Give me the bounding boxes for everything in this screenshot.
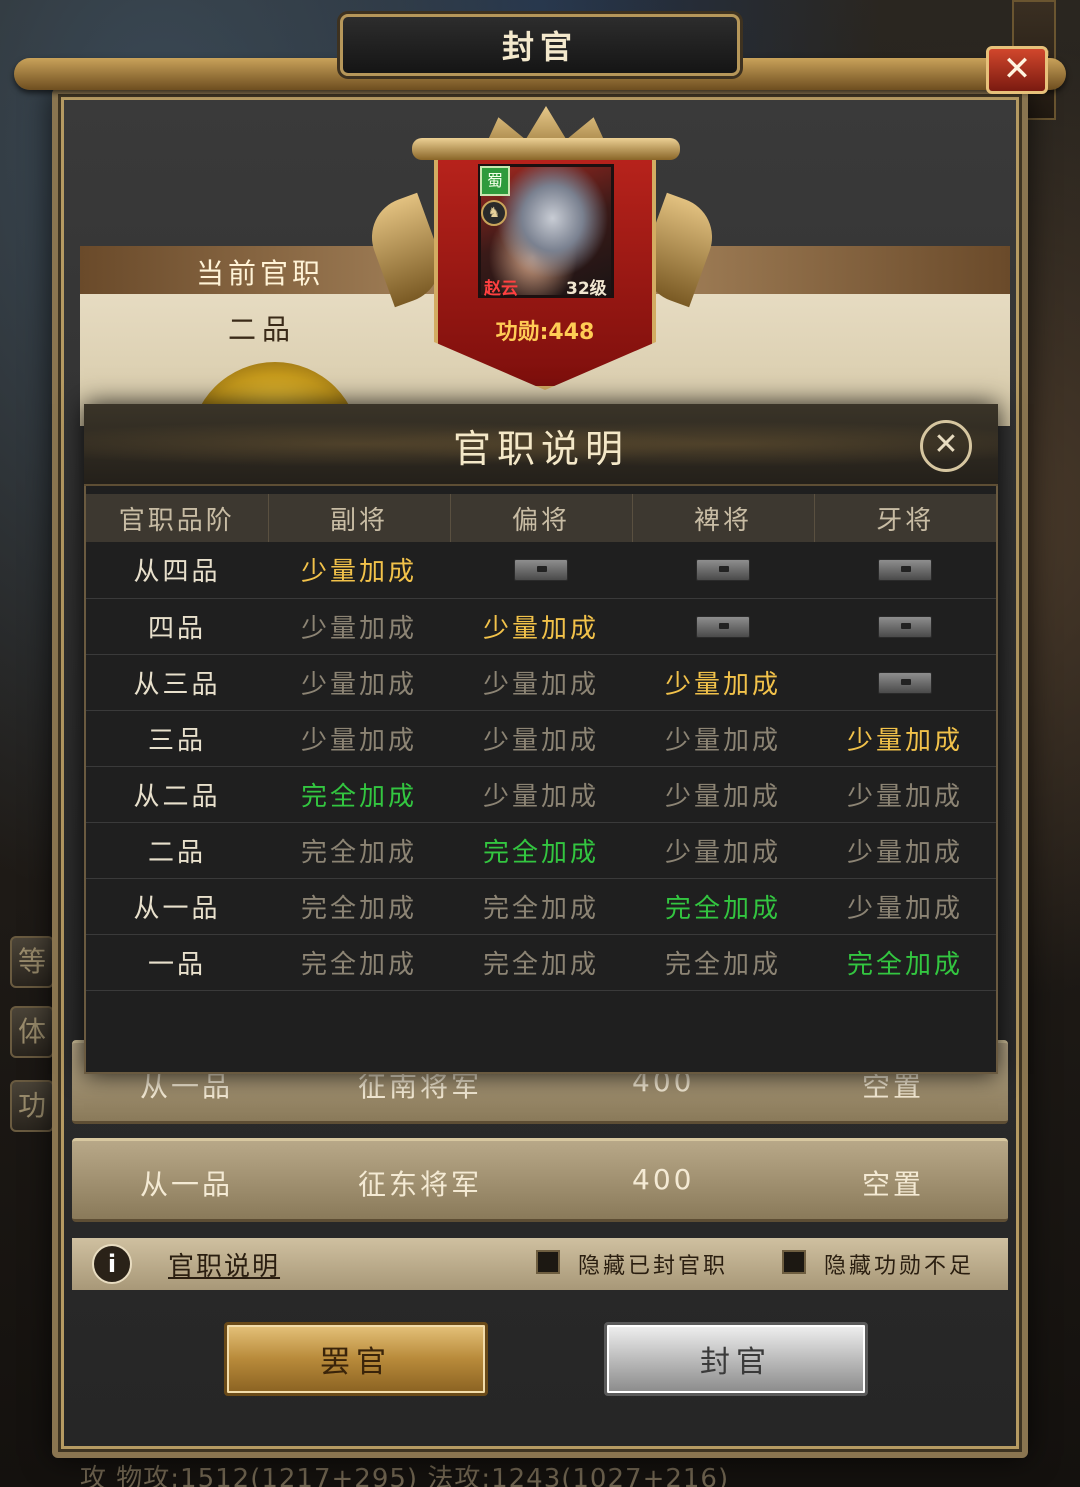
- position-title: 征东将军: [358, 1168, 483, 1201]
- table-row: 从四品 少量加成: [86, 542, 996, 599]
- popup-title: 官职说明: [452, 427, 629, 471]
- appoint-button[interactable]: 封官: [604, 1322, 868, 1396]
- lock-icon: [878, 671, 932, 694]
- position-row[interactable]: 从一品 征东将军 400 空置: [72, 1138, 1008, 1222]
- dismiss-button[interactable]: 罢官: [224, 1322, 488, 1396]
- column-header: 偏将: [449, 494, 632, 542]
- bonus-cell: 少量加成: [268, 598, 450, 655]
- close-dialog-button[interactable]: ✕: [986, 46, 1048, 94]
- bonus-cell: 少量加成: [268, 654, 450, 711]
- locked-cell: [814, 654, 996, 711]
- info-icon[interactable]: i: [92, 1244, 132, 1284]
- bonus-cell: 完全加成: [632, 934, 814, 991]
- rank-name-cell: 四品: [86, 598, 268, 655]
- lock-icon: [696, 615, 750, 638]
- rank-name-cell: 从四品: [86, 542, 268, 599]
- popup-close-icon[interactable]: ✕: [920, 420, 972, 472]
- bonus-cell: 少量加成: [450, 654, 632, 711]
- hide-insufficient-label: 隐藏功勋不足: [824, 1254, 975, 1279]
- rank-explanation-link[interactable]: 官职说明: [168, 1246, 280, 1283]
- table-row: 二品 完全加成 完全加成 少量加成 少量加成: [86, 822, 996, 879]
- column-header: 官职品阶: [86, 494, 268, 542]
- locked-cell: [632, 598, 814, 655]
- lock-icon: [514, 559, 568, 582]
- column-header: 裨将: [631, 494, 814, 542]
- background-stats-text: 攻 物攻:1512(1217+295) 法攻:1243(1027+216): [80, 1464, 730, 1487]
- table-row: 从一品 完全加成 完全加成 完全加成 少量加成: [86, 878, 996, 935]
- bonus-cell: 完全加成: [450, 934, 632, 991]
- current-rank-label: 当前官职: [196, 257, 325, 290]
- position-rank: 从一品: [140, 1168, 234, 1201]
- bonus-cell: 少量加成: [450, 598, 632, 655]
- bonus-cell: 完全加成: [268, 878, 450, 935]
- bonus-cell: 少量加成: [450, 710, 632, 767]
- table-row: 四品 少量加成 少量加成: [86, 598, 996, 655]
- general-level: 32级: [566, 279, 607, 299]
- locked-cell: [814, 542, 996, 599]
- lock-icon: [878, 615, 932, 638]
- bonus-cell: 完全加成: [268, 934, 450, 991]
- table-row: 从三品 少量加成 少量加成 少量加成: [86, 654, 996, 711]
- locked-cell: [814, 598, 996, 655]
- column-header: 副将: [267, 494, 450, 542]
- dialog-title-plate: 封官: [340, 14, 740, 76]
- bonus-cell: 完全加成: [268, 822, 450, 879]
- bonus-cell: 完全加成: [268, 766, 450, 823]
- table-row: 一品 完全加成 完全加成 完全加成 完全加成: [86, 934, 996, 991]
- background-tab-level: 等: [10, 936, 54, 988]
- table-header-row: 官职品阶 副将 偏将 裨将 牙将: [86, 494, 996, 542]
- column-header: 牙将: [813, 494, 996, 542]
- rank-name-cell: 二品: [86, 822, 268, 879]
- lock-icon: [696, 559, 750, 582]
- cavalry-icon: ♞: [481, 200, 507, 226]
- hide-appointed-label: 隐藏已封官职: [578, 1254, 729, 1279]
- table-row: 三品 少量加成 少量加成 少量加成 少量加成: [86, 710, 996, 767]
- bonus-cell: 少量加成: [268, 710, 450, 767]
- bonus-cell: 少量加成: [632, 710, 814, 767]
- general-merit: 功勋:448: [495, 320, 595, 345]
- background-tab-merit: 功: [10, 1080, 54, 1132]
- hide-appointed-checkbox[interactable]: [536, 1250, 560, 1274]
- rank-name-cell: 从三品: [86, 654, 268, 711]
- bonus-cell: 少量加成: [632, 654, 814, 711]
- lock-icon: [878, 559, 932, 582]
- position-holder: 空置: [862, 1168, 925, 1201]
- bonus-cell: 少量加成: [814, 766, 996, 823]
- bonus-cell: 少量加成: [450, 766, 632, 823]
- bonus-cell: 少量加成: [814, 710, 996, 767]
- bonus-cell: 完全加成: [450, 878, 632, 935]
- background-tab-body: 体: [10, 1006, 54, 1058]
- bonus-cell: 少量加成: [814, 878, 996, 935]
- bonus-cell: 少量加成: [632, 766, 814, 823]
- general-name: 赵云: [484, 279, 518, 299]
- current-rank-value: 二品: [228, 313, 297, 346]
- bonus-cell: 完全加成: [814, 934, 996, 991]
- bonus-cell: 少量加成: [632, 822, 814, 879]
- locked-cell: [632, 542, 814, 599]
- rank-name-cell: 三品: [86, 710, 268, 767]
- rank-bonus-table: 官职品阶 副将 偏将 裨将 牙将 从四品 少量加成 四品 少量加成 少量加成 从三品 少量加…: [86, 494, 996, 991]
- table-row: 从二品 完全加成 少量加成 少量加成 少量加成: [86, 766, 996, 823]
- locked-cell: [450, 542, 632, 599]
- bonus-cell: 完全加成: [450, 822, 632, 879]
- rank-name-cell: 从一品: [86, 878, 268, 935]
- bonus-cell: 完全加成: [632, 878, 814, 935]
- bonus-cell: 少量加成: [268, 542, 450, 599]
- dialog-title: 封官: [501, 28, 578, 66]
- faction-badge: 蜀: [480, 166, 510, 196]
- rank-name-cell: 从二品: [86, 766, 268, 823]
- banner-rod: [412, 138, 680, 160]
- rank-name-cell: 一品: [86, 934, 268, 991]
- position-merit: 400: [632, 1163, 695, 1196]
- hide-insufficient-checkbox[interactable]: [782, 1250, 806, 1274]
- bonus-cell: 少量加成: [814, 822, 996, 879]
